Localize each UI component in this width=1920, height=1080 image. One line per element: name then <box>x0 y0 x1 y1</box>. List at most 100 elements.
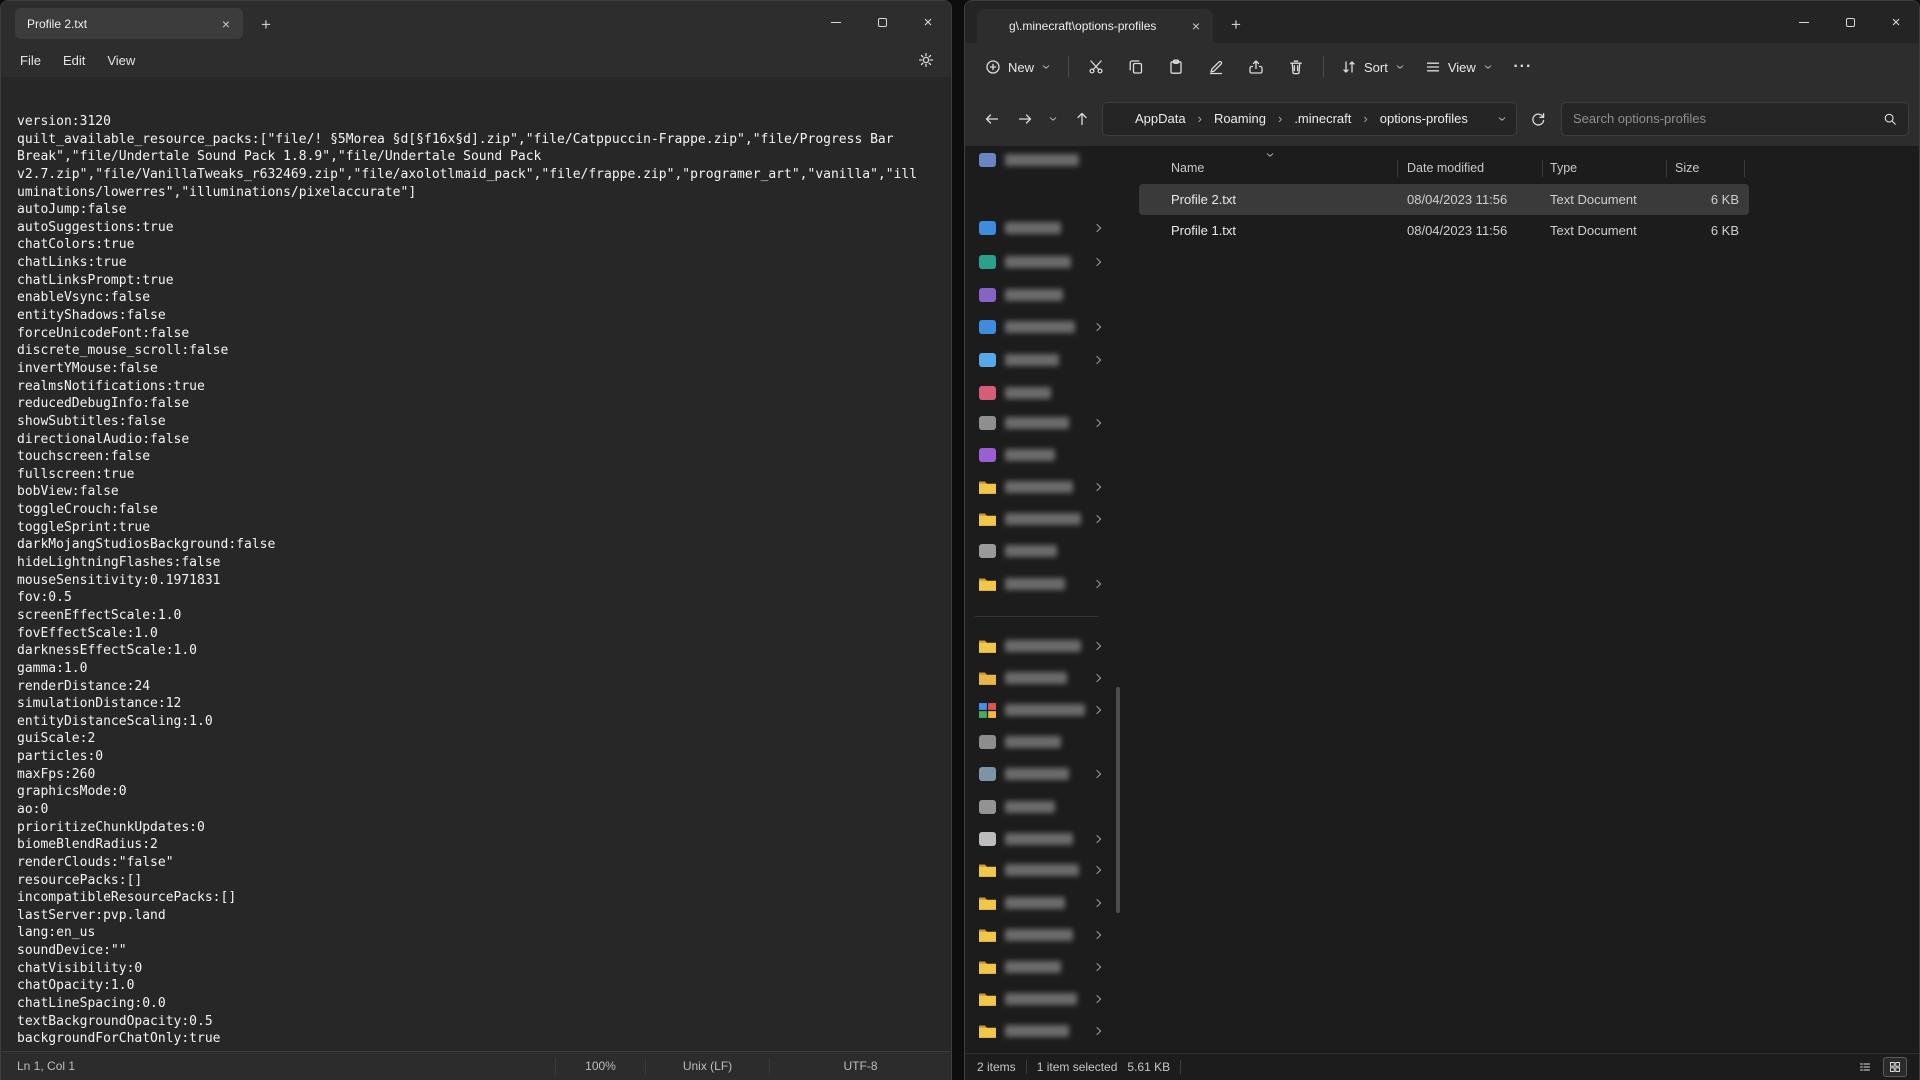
sidebar-item[interactable] <box>965 442 1113 468</box>
chevron-icon[interactable] <box>1093 419 1101 427</box>
new-tab-button[interactable]: + <box>1223 11 1249 37</box>
minimize-button[interactable] <box>813 1 859 43</box>
scrollbar-thumb[interactable] <box>1116 687 1120 913</box>
thumbnails-view-button[interactable] <box>1883 1057 1907 1077</box>
chevron-icon[interactable] <box>1093 899 1101 907</box>
sidebar-item[interactable] <box>965 380 1113 406</box>
menu-file[interactable]: File <box>9 48 52 73</box>
minimize-button[interactable] <box>1781 1 1827 43</box>
recent-locations-button[interactable] <box>1041 102 1065 135</box>
menu-view[interactable]: View <box>96 48 146 73</box>
chevron-icon[interactable] <box>1093 580 1101 588</box>
chevron-icon[interactable] <box>1093 323 1101 331</box>
maximize-button[interactable] <box>1827 1 1873 43</box>
breadcrumb-options-profiles[interactable]: options-profiles <box>1376 108 1472 129</box>
sidebar-item[interactable] <box>965 506 1113 532</box>
more-options-button[interactable]: ··· <box>1503 50 1543 84</box>
tab-close-icon[interactable]: × <box>1185 15 1207 37</box>
column-divider[interactable] <box>1744 160 1745 177</box>
forward-button[interactable] <box>1008 102 1041 135</box>
chevron-icon[interactable] <box>1093 674 1101 682</box>
sidebar-item[interactable] <box>965 826 1113 852</box>
sidebar-item[interactable] <box>965 665 1113 691</box>
notepad-tab[interactable]: Profile 2.txt × <box>15 8 243 39</box>
chevron-down-icon[interactable] <box>1497 114 1507 124</box>
search-input[interactable] <box>1573 111 1875 126</box>
chevron-icon[interactable] <box>1093 224 1101 232</box>
chevron-icon[interactable] <box>1093 1027 1101 1035</box>
column-header-size[interactable]: Size <box>1675 161 1699 175</box>
sidebar-item[interactable] <box>965 857 1113 883</box>
chevron-icon[interactable] <box>1093 356 1101 364</box>
delete-button[interactable] <box>1276 50 1316 84</box>
breadcrumb-roaming[interactable]: Roaming <box>1210 108 1270 129</box>
menu-edit[interactable]: Edit <box>52 48 96 73</box>
chevron-icon[interactable] <box>1093 835 1101 843</box>
column-header-name[interactable]: Name <box>1171 161 1204 175</box>
column-header-date-modified[interactable]: Date modified <box>1407 161 1484 175</box>
line-ending[interactable]: Unix (LF) <box>645 1058 769 1075</box>
sidebar-item[interactable] <box>965 249 1113 275</box>
back-button[interactable] <box>975 102 1008 135</box>
text-editor[interactable]: version:3120quilt_available_resource_pac… <box>1 77 951 1051</box>
chevron-icon[interactable] <box>1093 770 1101 778</box>
sidebar-item[interactable] <box>965 729 1113 755</box>
share-button[interactable] <box>1236 50 1276 84</box>
encoding[interactable]: UTF-8 <box>769 1058 951 1075</box>
sidebar-item[interactable] <box>965 922 1113 948</box>
sidebar-item[interactable] <box>965 794 1113 820</box>
up-button[interactable] <box>1065 102 1098 135</box>
search-box[interactable] <box>1561 102 1909 136</box>
paste-button[interactable] <box>1156 50 1196 84</box>
copy-button[interactable] <box>1116 50 1156 84</box>
view-button[interactable]: View <box>1415 52 1503 82</box>
address-bar[interactable]: AppData › Roaming › .minecraft › options… <box>1102 102 1517 136</box>
sidebar-item[interactable] <box>965 697 1113 723</box>
sidebar-item[interactable] <box>965 1018 1113 1044</box>
sidebar-scrollbar[interactable] <box>1113 146 1123 1053</box>
column-divider[interactable] <box>1666 160 1667 177</box>
sidebar-item[interactable] <box>965 986 1113 1012</box>
sidebar-item[interactable] <box>965 215 1113 241</box>
sidebar-item[interactable] <box>965 633 1113 659</box>
chevron-icon[interactable] <box>1093 483 1101 491</box>
chevron-icon[interactable] <box>1093 866 1101 874</box>
close-button[interactable]: × <box>1873 1 1919 43</box>
sidebar-item[interactable] <box>965 538 1113 564</box>
explorer-tab[interactable]: g\.minecraft\options-profiles × <box>977 9 1213 43</box>
new-button[interactable]: New <box>975 52 1061 82</box>
sidebar-item[interactable] <box>965 890 1113 916</box>
close-button[interactable]: × <box>905 1 951 43</box>
cut-button[interactable] <box>1076 50 1116 84</box>
sidebar-item[interactable] <box>965 761 1113 787</box>
column-divider[interactable] <box>1542 160 1543 177</box>
sidebar-item[interactable] <box>965 314 1113 340</box>
column-header-type[interactable]: Type <box>1550 161 1577 175</box>
rename-button[interactable] <box>1196 50 1236 84</box>
zoom-level[interactable]: 100% <box>555 1058 645 1075</box>
new-tab-button[interactable]: + <box>253 11 279 37</box>
refresh-button[interactable] <box>1521 102 1554 135</box>
chevron-icon[interactable] <box>1093 515 1101 523</box>
sidebar-item[interactable] <box>965 571 1113 597</box>
maximize-button[interactable] <box>859 1 905 43</box>
chevron-icon[interactable] <box>1093 931 1101 939</box>
column-divider[interactable] <box>1397 160 1398 177</box>
file-row-profile-1[interactable]: Profile 1.txt 08/04/2023 11:56 Text Docu… <box>1139 215 1749 246</box>
chevron-icon[interactable] <box>1093 963 1101 971</box>
tab-close-icon[interactable]: × <box>215 13 237 35</box>
sidebar-item[interactable] <box>965 954 1113 980</box>
chevron-icon[interactable] <box>1093 642 1101 650</box>
details-view-button[interactable] <box>1853 1057 1877 1077</box>
sidebar-item[interactable] <box>965 474 1113 500</box>
breadcrumb-minecraft[interactable]: .minecraft <box>1290 108 1355 129</box>
file-row-profile-2[interactable]: Profile 2.txt 08/04/2023 11:56 Text Docu… <box>1139 184 1749 215</box>
chevron-icon[interactable] <box>1093 258 1101 266</box>
sidebar-item[interactable] <box>965 147 1113 173</box>
chevron-icon[interactable] <box>1093 706 1101 714</box>
settings-gear-icon[interactable] <box>911 46 941 74</box>
breadcrumb-appdata[interactable]: AppData <box>1131 108 1190 129</box>
sidebar-item[interactable] <box>965 347 1113 373</box>
sort-button[interactable]: Sort <box>1331 52 1415 82</box>
chevron-icon[interactable] <box>1093 995 1101 1003</box>
